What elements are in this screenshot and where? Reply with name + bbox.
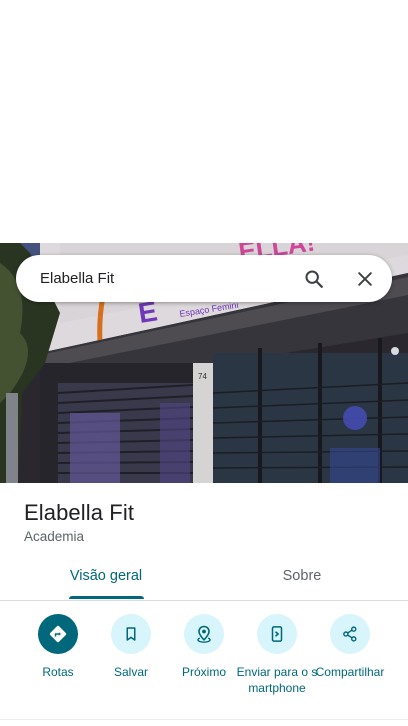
directions-label: Rotas xyxy=(42,665,74,679)
share-icon xyxy=(343,626,357,642)
divider xyxy=(0,719,408,720)
bookmark-icon xyxy=(126,627,136,641)
place-category[interactable]: Academia xyxy=(24,529,84,544)
action-row: Rotas Salvar Próximo Enviar para o smart… xyxy=(0,612,408,712)
close-icon xyxy=(358,272,372,286)
tab-overview[interactable]: Visão geral xyxy=(4,560,208,600)
save-circle xyxy=(111,614,151,654)
directions-circle xyxy=(38,614,78,654)
tab-about[interactable]: Sobre xyxy=(200,560,404,600)
close-button[interactable] xyxy=(350,264,380,294)
directions-button[interactable]: Rotas xyxy=(16,614,100,680)
directions-icon xyxy=(49,625,67,643)
tab-bar: Visão geral Sobre xyxy=(0,560,408,601)
send-to-phone-label: Enviar para o smartphone xyxy=(236,665,318,695)
map-area[interactable] xyxy=(0,0,408,243)
search-button[interactable] xyxy=(299,264,329,294)
nearby-icon xyxy=(197,625,211,643)
send-to-phone-circle xyxy=(257,614,297,654)
active-tab-indicator xyxy=(69,596,144,599)
nearby-label: Próximo xyxy=(181,665,226,679)
share-circle xyxy=(330,614,370,654)
nearby-circle xyxy=(184,614,224,654)
share-label: Compartilhar xyxy=(315,665,385,679)
nearby-button[interactable]: Próximo xyxy=(162,614,246,680)
save-button[interactable]: Salvar xyxy=(89,614,173,680)
place-title: Elabella Fit xyxy=(24,500,135,525)
search-input[interactable] xyxy=(40,255,280,302)
send-to-phone-button[interactable]: Enviar para o smartphone xyxy=(235,614,319,696)
share-button[interactable]: Compartilhar xyxy=(308,614,392,680)
save-label: Salvar xyxy=(113,665,148,679)
send-to-phone-icon xyxy=(271,626,283,642)
search-bar xyxy=(16,255,392,302)
search-icon xyxy=(305,270,323,288)
